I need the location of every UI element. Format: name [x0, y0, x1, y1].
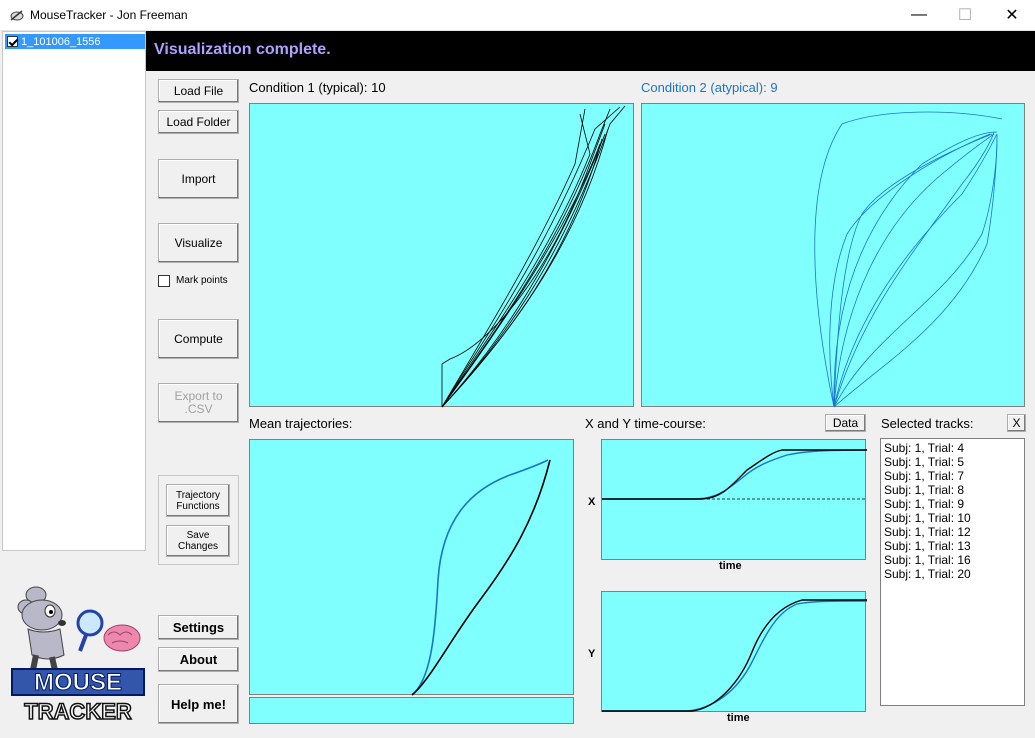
list-item[interactable]: Subj: 1, Trial: 12 [884, 525, 1021, 539]
logo-text-1: MOUSE [34, 669, 122, 696]
x-time-label: time [719, 560, 742, 572]
save-changes-label-2: Changes [177, 541, 219, 552]
settings-button[interactable]: Settings [158, 615, 239, 640]
list-item[interactable]: Subj: 1, Trial: 13 [884, 539, 1021, 553]
file-list-item[interactable]: 1_101006_1556 [5, 34, 145, 49]
logo-text-2: TRACKER [24, 699, 132, 724]
list-item[interactable]: Subj: 1, Trial: 9 [884, 497, 1021, 511]
close-button[interactable]: ✕ [989, 0, 1035, 30]
save-changes-button[interactable]: Save Changes [166, 525, 230, 557]
window-title: MouseTracker - Jon Freeman [30, 8, 188, 22]
load-folder-button[interactable]: Load Folder [158, 110, 239, 134]
maximize-button[interactable]: ☐ [942, 0, 988, 30]
mean-trajectories-label: Mean trajectories: [249, 416, 353, 431]
load-file-button[interactable]: Load File [158, 79, 239, 103]
condition2-trajectories [814, 111, 1003, 408]
status-text: Visualization complete. [154, 41, 331, 58]
y-time-label: time [727, 712, 750, 724]
y-timecourse-plot [601, 591, 867, 712]
export-csv-label-2: .CSV [184, 402, 213, 416]
file-checkbox[interactable] [7, 36, 18, 47]
trajectory-functions-label-2: Functions [176, 500, 220, 512]
title-bar: MouseTracker - Jon Freeman — ☐ ✕ [0, 0, 1035, 31]
condition1-label: Condition 1 (typical): 10 [249, 80, 386, 95]
minimize-button[interactable]: — [896, 0, 942, 30]
list-item[interactable]: Subj: 1, Trial: 8 [884, 483, 1021, 497]
help-button[interactable]: Help me! [158, 684, 239, 724]
mark-points-label: Mark points [176, 275, 228, 286]
trajectory-functions-label-1: Trajectory [175, 489, 221, 501]
visualize-button[interactable]: Visualize [158, 223, 239, 263]
file-list[interactable]: 1_101006_1556 [2, 31, 146, 551]
import-button[interactable]: Import [158, 159, 239, 199]
mark-points-checkbox[interactable] [158, 275, 170, 287]
list-item[interactable]: Subj: 1, Trial: 4 [884, 441, 1021, 455]
clear-selected-button[interactable]: X [1007, 414, 1026, 432]
selected-tracks-label: Selected tracks: [881, 416, 974, 431]
list-item[interactable]: Subj: 1, Trial: 20 [884, 567, 1021, 581]
export-csv-button[interactable]: Export to .CSV [158, 383, 239, 423]
about-button[interactable]: About [158, 647, 239, 672]
timecourse-label: X and Y time-course: [585, 416, 706, 431]
y-axis-label: Y [588, 648, 596, 660]
condition2-plot [641, 103, 1025, 408]
save-changes-label-1: Save [186, 530, 210, 541]
file-name: 1_101006_1556 [21, 35, 101, 48]
mean-trajectories-baseline-strip [249, 697, 574, 724]
mousetracker-logo: MOUSE TRACKER [8, 585, 148, 730]
data-button[interactable]: Data [825, 414, 866, 432]
condition2-label: Condition 2 (atypical): 9 [641, 80, 778, 95]
list-item[interactable]: Subj: 1, Trial: 7 [884, 469, 1021, 483]
compute-button[interactable]: Compute [158, 319, 239, 359]
list-item[interactable]: Subj: 1, Trial: 10 [884, 511, 1021, 525]
condition1-trajectories [441, 105, 626, 408]
status-bar: Visualization complete. [146, 31, 1035, 71]
condition1-plot [249, 103, 634, 408]
list-item[interactable]: Subj: 1, Trial: 5 [884, 455, 1021, 469]
mean-trajectories-plot [249, 439, 574, 696]
mouse-mascot-icon: MOUSE TRACKER [11, 586, 145, 725]
trajectory-functions-button[interactable]: Trajectory Functions [166, 484, 230, 517]
selected-tracks-list[interactable]: Subj: 1, Trial: 4 Subj: 1, Trial: 5 Subj… [880, 438, 1025, 706]
mean-trajectories-curves [411, 459, 551, 696]
y-timecourse-curves [602, 599, 867, 712]
x-timecourse-plot [601, 439, 867, 560]
mouse-app-icon [10, 10, 24, 21]
x-timecourse-curves [602, 449, 867, 500]
list-item[interactable]: Subj: 1, Trial: 16 [884, 553, 1021, 567]
x-axis-label: X [588, 496, 596, 508]
